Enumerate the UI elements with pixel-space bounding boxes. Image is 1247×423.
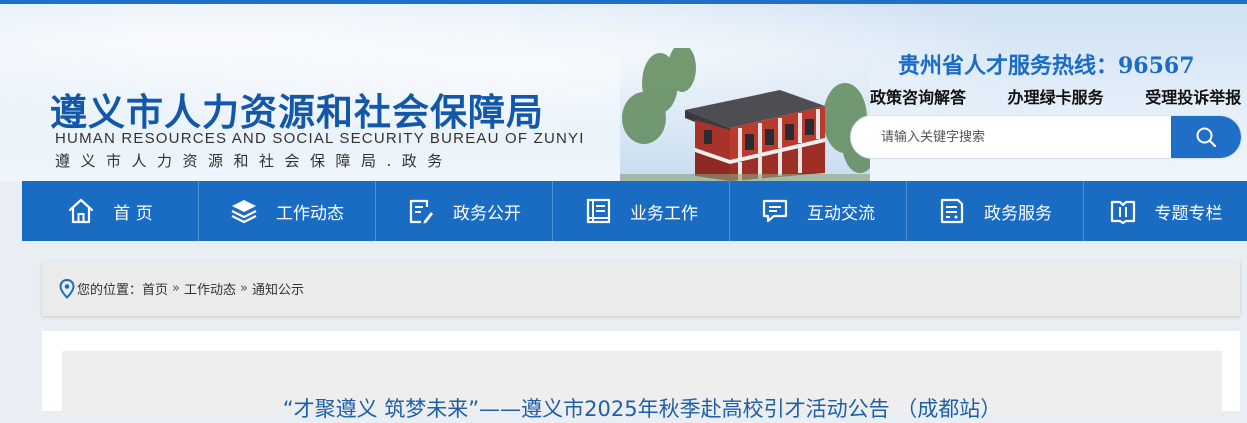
- nav-work-news-label: 工作动态: [276, 203, 344, 224]
- service-list-icon: [940, 198, 964, 224]
- building-illustration: [620, 48, 870, 181]
- nav-gov-disclosure[interactable]: 政务公开: [376, 181, 553, 241]
- content-area: “才聚遵义 筑梦未来”——遵义市2025年秋季赴高校引才活动公告 （成都站）: [42, 331, 1240, 421]
- site-title-english: HUMAN RESOURCES AND SOCIAL SECURITY BURE…: [55, 130, 585, 147]
- nav-gov-service[interactable]: 政务服务: [907, 181, 1084, 241]
- search-button[interactable]: [1171, 116, 1241, 158]
- nav-business[interactable]: 业务工作: [553, 181, 730, 241]
- article-title: “才聚遵义 筑梦未来”——遵义市2025年秋季赴高校引才活动公告 （成都站）: [282, 397, 1002, 421]
- service-green-card[interactable]: 办理绿卡服务: [1008, 88, 1104, 107]
- nav-home-label: 首 页: [113, 203, 153, 224]
- nav-business-label: 业务工作: [630, 203, 698, 224]
- breadcrumb-home[interactable]: 首页: [142, 279, 168, 298]
- main-nav: 首 页 工作动态 政务公开 业务工作 互动交流 政务服务 专题专栏: [22, 181, 1247, 241]
- nav-gov-service-label: 政务服务: [984, 203, 1052, 224]
- hotline-text: 贵州省人才服务热线：96567: [898, 53, 1195, 79]
- site-title: 遵义市人力资源和社会保障局: [50, 90, 544, 134]
- nav-work-news[interactable]: 工作动态: [199, 181, 376, 241]
- breadcrumb-work-news[interactable]: 工作动态: [184, 279, 236, 298]
- document-edit-icon: [409, 199, 433, 224]
- service-policy-consult[interactable]: 政策咨询解答: [870, 88, 966, 107]
- breadcrumb-prefix: 您的位置：: [77, 283, 143, 298]
- nav-special-topics-label: 专题专栏: [1154, 203, 1223, 224]
- search-input[interactable]: [851, 116, 1171, 158]
- book-icon: [1110, 200, 1135, 225]
- article-header: “才聚遵义 筑梦未来”——遵义市2025年秋季赴高校引才活动公告 （成都站）: [62, 351, 1222, 421]
- nav-interaction[interactable]: 互动交流: [730, 181, 907, 241]
- breadcrumb-separator: »: [240, 281, 248, 296]
- home-icon: [69, 198, 94, 224]
- site-header: 遵义市人力资源和社会保障局 HUMAN RESOURCES AND SOCIAL…: [0, 4, 1247, 181]
- breadcrumb: 您的位置： 首页 » 工作动态 » 通知公示: [42, 261, 1240, 316]
- service-complaint[interactable]: 受理投诉举报: [1145, 88, 1241, 107]
- site-title-subtitle: 遵义市人力资源和社会保障局.政务: [55, 152, 453, 170]
- nav-special-topics[interactable]: 专题专栏: [1084, 181, 1247, 241]
- search-box: [851, 116, 1241, 158]
- location-pin-icon: [59, 278, 75, 299]
- layers-icon: [231, 200, 257, 224]
- nav-interaction-label: 互动交流: [807, 203, 875, 224]
- chat-icon: [762, 199, 788, 223]
- service-links: 政策咨询解答 办理绿卡服务 受理投诉举报: [870, 84, 1247, 108]
- nav-gov-disclosure-label: 政务公开: [453, 203, 521, 224]
- file-list-icon: [586, 198, 611, 224]
- breadcrumb-separator: »: [172, 281, 180, 296]
- search-icon: [1196, 127, 1217, 148]
- nav-home[interactable]: 首 页: [22, 181, 199, 241]
- breadcrumb-notices[interactable]: 通知公示: [252, 279, 304, 298]
